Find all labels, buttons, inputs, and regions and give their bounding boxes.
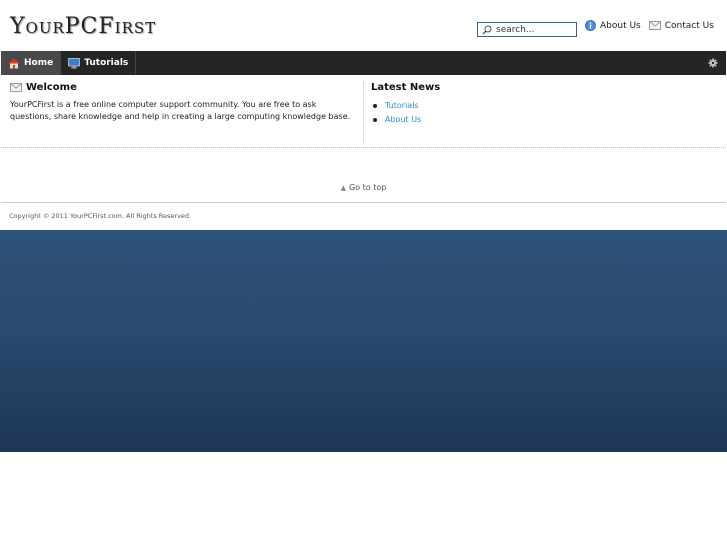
search-input[interactable] xyxy=(496,24,574,35)
up-arrow-icon: ▲ xyxy=(340,184,347,192)
column-divider xyxy=(363,82,364,142)
about-us-label: About Us xyxy=(600,20,641,31)
news-link-tutorials[interactable]: Tutorials xyxy=(385,99,419,113)
page-container: YourPCFirst About Us Contact Us xyxy=(1,0,726,230)
copyright-text: Copyright © 2011 YourPCFirst.com. All Ri… xyxy=(9,212,192,220)
news-list: Tutorials About Us xyxy=(371,99,711,127)
nav-item-home[interactable]: Home xyxy=(1,51,62,75)
page-background xyxy=(0,230,727,452)
welcome-heading: Welcome xyxy=(10,82,355,93)
list-item: About Us xyxy=(371,113,711,127)
envelope-icon xyxy=(648,21,661,30)
monitor-icon xyxy=(68,57,81,68)
go-to-top-label: Go to top xyxy=(349,183,387,192)
welcome-text: YourPCFirst is a free online computer su… xyxy=(10,100,351,121)
contact-us-label: Contact Us xyxy=(664,20,714,31)
list-item: Tutorials xyxy=(371,99,711,113)
info-icon xyxy=(585,20,596,31)
search-icon xyxy=(482,25,492,34)
nav-label-tutorials: Tutorials xyxy=(84,58,129,68)
about-us-link[interactable]: About Us xyxy=(585,20,641,31)
latest-news-heading: Latest News xyxy=(371,82,711,93)
main-navigation: Home Tutorials xyxy=(1,51,726,75)
content-divider xyxy=(1,147,726,148)
welcome-title: Welcome xyxy=(26,82,77,93)
welcome-section: Welcome YourPCFirst is a free online com… xyxy=(10,82,355,123)
top-links: About Us Contact Us xyxy=(585,20,714,31)
contact-us-link[interactable]: Contact Us xyxy=(648,20,714,31)
news-link-about-us[interactable]: About Us xyxy=(385,113,421,127)
go-to-top[interactable]: ▲ Go to top xyxy=(1,183,726,192)
latest-news-section: Latest News Tutorials About Us xyxy=(371,82,711,127)
latest-news-title: Latest News xyxy=(371,82,441,93)
footer-divider xyxy=(1,202,726,203)
nav-item-tutorials[interactable]: Tutorials xyxy=(61,51,137,75)
house-icon xyxy=(8,58,20,68)
site-logo[interactable]: YourPCFirst xyxy=(10,14,156,39)
search-box[interactable] xyxy=(477,22,577,37)
nav-label-home: Home xyxy=(24,58,54,68)
gear-icon[interactable] xyxy=(708,58,718,68)
envelope-icon xyxy=(10,83,22,92)
